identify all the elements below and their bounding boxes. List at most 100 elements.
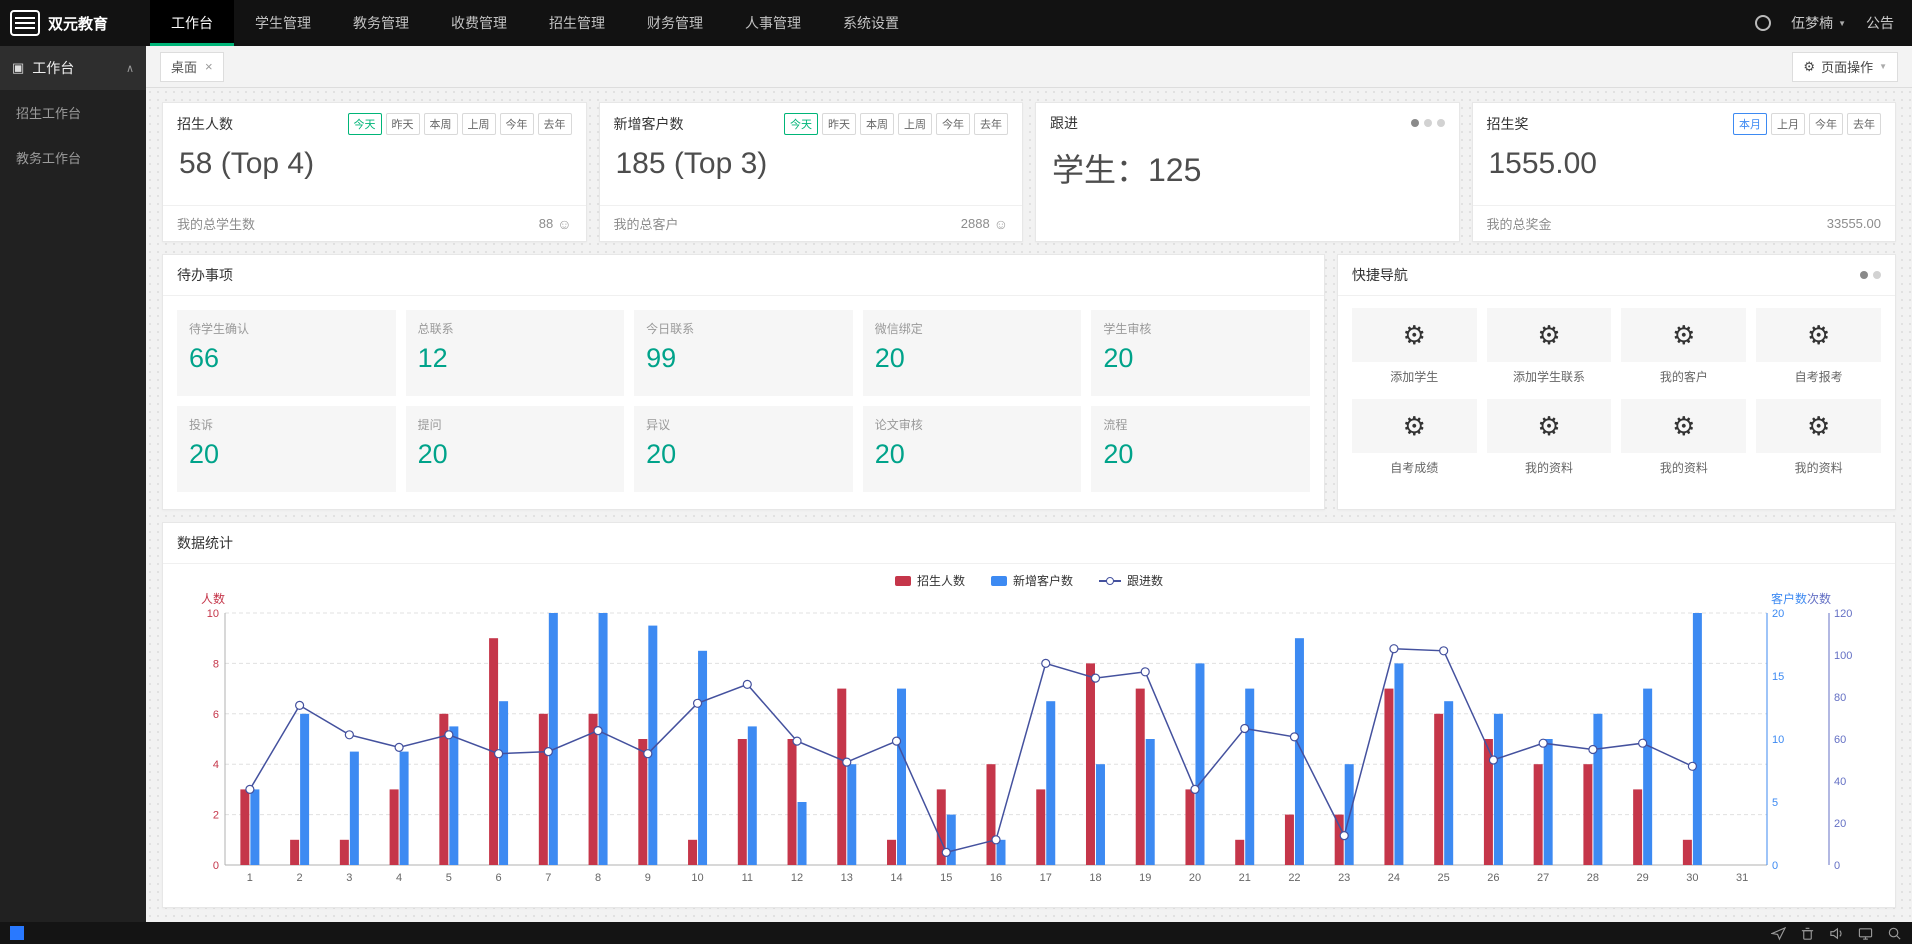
sidebar-header[interactable]: ▣ 工作台 ∧ [0, 46, 146, 90]
sidebar-item[interactable]: 招生工作台 [0, 90, 146, 135]
todo-value: 20 [875, 343, 1070, 374]
svg-text:25: 25 [1438, 872, 1450, 884]
filter-pill[interactable]: 上周 [898, 113, 932, 135]
svg-text:1: 1 [247, 872, 253, 884]
filter-pill[interactable]: 昨天 [386, 113, 420, 135]
quick-nav-item[interactable]: ⚙ 自考报考 [1756, 308, 1881, 385]
svg-text:6: 6 [496, 872, 502, 884]
filter-pill[interactable]: 今年 [936, 113, 970, 135]
nav-item[interactable]: 招生管理 [528, 0, 626, 46]
display-icon[interactable] [1858, 926, 1873, 941]
content-area: 招生人数 今天昨天本周上周今年去年 58 (Top 4) 我的总学生数 88 ☺ [146, 88, 1912, 922]
carousel-dot[interactable] [1860, 271, 1868, 279]
quick-nav-item[interactable]: ⚙ 我的资料 [1756, 399, 1881, 476]
filter-pill[interactable]: 上月 [1771, 113, 1805, 135]
theme-icon[interactable] [1755, 15, 1771, 31]
nav-item[interactable]: 收费管理 [430, 0, 528, 46]
card-statistics: 数据统计 招生人数 新增客户数 跟进数 [162, 522, 1896, 908]
svg-text:20: 20 [1834, 818, 1846, 830]
carousel-dot[interactable] [1424, 119, 1432, 127]
todo-tile[interactable]: 投诉 20 [177, 406, 396, 492]
tab-bar: 桌面 × ⚙ 页面操作 ▼ [146, 46, 1912, 88]
quick-nav-item[interactable]: ⚙ 自考成绩 [1352, 399, 1477, 476]
carousel-dot[interactable] [1873, 271, 1881, 279]
todo-tile[interactable]: 论文审核 20 [863, 406, 1082, 492]
page-actions-button[interactable]: ⚙ 页面操作 ▼ [1792, 52, 1898, 82]
card-enrollment-header: 招生人数 今天昨天本周上周今年去年 [163, 103, 586, 145]
legend-item-follow[interactable]: 跟进数 [1099, 572, 1163, 589]
filter-pill[interactable]: 本周 [424, 113, 458, 135]
filter-pill[interactable]: 去年 [1847, 113, 1881, 135]
todo-tile[interactable]: 微信绑定 20 [863, 310, 1082, 396]
announcement-link[interactable]: 公告 [1866, 13, 1894, 33]
todo-label: 今日联系 [646, 320, 841, 337]
user-menu[interactable]: 伍梦楠 ▼ [1791, 13, 1846, 33]
volume-icon[interactable] [1829, 926, 1844, 941]
filter-pill[interactable]: 上周 [462, 113, 496, 135]
svg-text:100: 100 [1834, 650, 1852, 662]
trash-icon[interactable] [1800, 926, 1815, 941]
quick-nav-label: 添加学生 [1352, 368, 1477, 385]
send-icon[interactable] [1771, 926, 1786, 941]
filter-pill[interactable]: 去年 [538, 113, 572, 135]
todo-tile[interactable]: 学生审核 20 [1091, 310, 1310, 396]
workbench-icon: ▣ [12, 60, 24, 76]
filter-pill[interactable]: 今年 [1809, 113, 1843, 135]
sidebar-item[interactable]: 教务工作台 [0, 135, 146, 180]
quick-nav-item[interactable]: ⚙ 我的资料 [1621, 399, 1746, 476]
quick-nav-label: 我的资料 [1487, 459, 1612, 476]
quick-nav-label: 我的客户 [1621, 368, 1746, 385]
quick-nav-item[interactable]: ⚙ 我的资料 [1487, 399, 1612, 476]
quick-nav-item[interactable]: ⚙ 添加学生联系 [1487, 308, 1612, 385]
quick-nav-label: 自考成绩 [1352, 459, 1477, 476]
filter-pill[interactable]: 本月 [1733, 113, 1767, 135]
carousel-dots [1411, 119, 1445, 127]
nav-item[interactable]: 学生管理 [234, 0, 332, 46]
todo-tile[interactable]: 异议 20 [634, 406, 853, 492]
filter-pill[interactable]: 今天 [348, 113, 382, 135]
nav-item[interactable]: 人事管理 [724, 0, 822, 46]
svg-text:60: 60 [1834, 734, 1846, 746]
nav-item[interactable]: 工作台 [150, 0, 234, 46]
chart-container: 024681005101520020406080100120人数客户数次数123… [163, 591, 1895, 904]
sidebar-menu: 招生工作台 教务工作台 [0, 90, 146, 180]
todo-label: 流程 [1103, 416, 1298, 433]
footer-label: 我的总奖金 [1487, 214, 1552, 233]
svg-text:14: 14 [890, 872, 902, 884]
statistics-chart[interactable]: 024681005101520020406080100120人数客户数次数123… [183, 591, 1877, 891]
carousel-dot[interactable] [1437, 119, 1445, 127]
legend-item-customers[interactable]: 新增客户数 [991, 572, 1073, 589]
nav-item[interactable]: 财务管理 [626, 0, 724, 46]
filter-pill[interactable]: 今天 [784, 113, 818, 135]
filter-pill[interactable]: 今年 [500, 113, 534, 135]
todo-header: 待办事项 [163, 255, 1324, 296]
nav-item[interactable]: 教务管理 [332, 0, 430, 46]
todo-tile[interactable]: 流程 20 [1091, 406, 1310, 492]
svg-text:23: 23 [1338, 872, 1350, 884]
filter-pill[interactable]: 本周 [860, 113, 894, 135]
tab-label: 桌面 [171, 57, 197, 76]
todo-tile[interactable]: 提问 20 [406, 406, 625, 492]
close-icon[interactable]: × [205, 59, 213, 74]
filter-pill[interactable]: 去年 [974, 113, 1008, 135]
gear-icon: ⚙ [1621, 308, 1746, 362]
taskbar-accent-square[interactable] [10, 926, 24, 940]
search-icon[interactable] [1887, 926, 1902, 941]
quick-nav-item[interactable]: ⚙ 添加学生 [1352, 308, 1477, 385]
todo-tile[interactable]: 总联系 12 [406, 310, 625, 396]
quick-nav-item[interactable]: ⚙ 我的客户 [1621, 308, 1746, 385]
nav-item[interactable]: 系统设置 [822, 0, 920, 46]
filter-pill[interactable]: 昨天 [822, 113, 856, 135]
footer-label: 我的总学生数 [177, 214, 255, 233]
todo-tile[interactable]: 今日联系 99 [634, 310, 853, 396]
carousel-dot[interactable] [1411, 119, 1419, 127]
todo-label: 学生审核 [1103, 320, 1298, 337]
main-nav: 工作台 学生管理 教务管理 收费管理 招生管理 财务管理 人事管理 系统设置 [150, 0, 920, 46]
tab-desktop[interactable]: 桌面 × [160, 52, 224, 82]
collapse-icon[interactable]: ∧ [126, 62, 134, 75]
svg-text:15: 15 [940, 872, 952, 884]
legend-label: 新增客户数 [1013, 572, 1073, 589]
legend-item-enrollment[interactable]: 招生人数 [895, 572, 965, 589]
todo-tile[interactable]: 待学生确认 66 [177, 310, 396, 396]
todo-value: 66 [189, 343, 384, 374]
